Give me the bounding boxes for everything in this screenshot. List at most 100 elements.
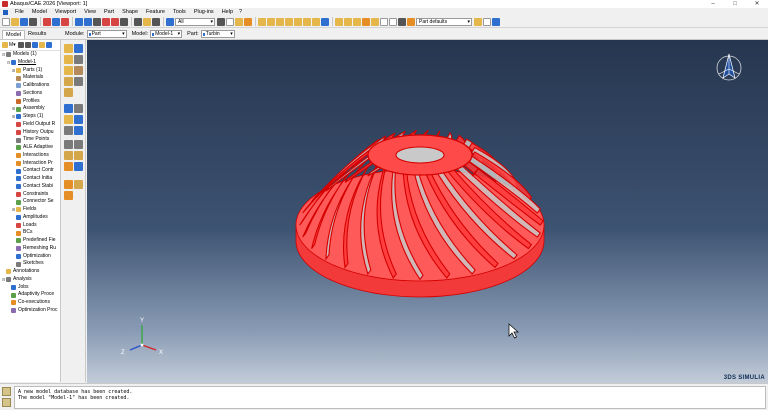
select-options-icon[interactable]	[226, 17, 234, 26]
tree-expand-icon[interactable]	[17, 42, 24, 48]
tree-bookmark-icon[interactable]	[38, 42, 45, 48]
datum-point-icon[interactable]	[64, 115, 73, 124]
tree-item[interactable]: ⊞ Steps (1)	[0, 113, 60, 121]
open-folder-icon[interactable]	[11, 17, 19, 26]
maximize-icon[interactable]: □	[724, 0, 746, 8]
print-icon[interactable]	[29, 17, 37, 26]
tree-item[interactable]: ALE Adaptive	[0, 144, 60, 152]
menu-feature[interactable]: Feature	[142, 9, 169, 15]
select-drag-icon[interactable]	[235, 17, 243, 26]
blend-icon[interactable]	[64, 77, 73, 86]
select-from-interior-icon[interactable]	[244, 17, 252, 26]
hide-icon[interactable]	[134, 17, 142, 26]
redo-icon[interactable]	[389, 17, 397, 26]
menu-model[interactable]: Model	[28, 9, 51, 15]
create-part-icon[interactable]	[64, 44, 73, 53]
tree-item[interactable]: Time Points	[0, 136, 60, 144]
shaded-edges-icon[interactable]	[362, 17, 370, 26]
rotate-icon[interactable]	[84, 17, 92, 26]
tree-item[interactable]: Connector Se	[0, 198, 60, 206]
menu-shape[interactable]: Shape	[118, 9, 142, 15]
tree-search-icon[interactable]	[45, 42, 52, 48]
tree-filter-select[interactable]: M▾	[9, 42, 16, 48]
close-icon[interactable]: ✕	[746, 0, 768, 8]
select-box-icon[interactable]	[217, 17, 225, 26]
tree-item[interactable]: Loads	[0, 222, 60, 230]
back-view-icon[interactable]	[276, 17, 284, 26]
color-code-icon[interactable]	[407, 17, 415, 26]
menu-help[interactable]: Help	[218, 9, 237, 15]
minimize-icon[interactable]: –	[702, 0, 724, 8]
tree-item[interactable]: Adaptivity Proce	[0, 291, 60, 299]
bottom-view-icon[interactable]	[294, 17, 302, 26]
part-select[interactable]: Turbin	[200, 30, 235, 38]
skin-icon[interactable]	[64, 191, 73, 200]
context-help-icon[interactable]: ?	[237, 9, 242, 15]
tree-item[interactable]: Optimization	[0, 253, 60, 261]
chamfer-icon[interactable]	[74, 77, 83, 86]
view-compass[interactable]	[716, 53, 742, 81]
tree-item[interactable]: ⊞ Assembly	[0, 105, 60, 113]
tab-results[interactable]: Results	[25, 30, 49, 39]
top-view-icon[interactable]	[285, 17, 293, 26]
attachment-icon[interactable]	[74, 180, 83, 189]
tree-item[interactable]: Co-executions	[0, 299, 60, 307]
tree-item[interactable]: History Outpu	[0, 129, 60, 137]
geometry-edit-icon[interactable]	[74, 140, 83, 149]
datum-axis-icon[interactable]	[74, 115, 83, 124]
tree-item[interactable]: ⊟ Model-1	[0, 59, 60, 67]
menu-plugins[interactable]: Plug-ins	[190, 9, 218, 15]
tree-item[interactable]: Jobs	[0, 284, 60, 292]
right-view-icon[interactable]	[312, 17, 320, 26]
perspective-icon[interactable]	[321, 17, 329, 26]
wire-icon[interactable]	[64, 66, 73, 75]
sketch-icon[interactable]	[64, 88, 73, 97]
python-console-tab-icon[interactable]	[2, 398, 11, 407]
tree-item[interactable]: Annotations	[0, 268, 60, 276]
toolbar-more-icon[interactable]	[492, 17, 500, 26]
cut-extrude-icon[interactable]	[74, 66, 83, 75]
tree-item[interactable]: Field Output R	[0, 121, 60, 129]
tree-item[interactable]: Remeshing Ru	[0, 245, 60, 253]
tree-collapse-icon[interactable]	[24, 42, 31, 48]
replace-icon[interactable]	[152, 17, 160, 26]
ref-point-icon[interactable]	[64, 180, 73, 189]
front-view-icon[interactable]	[267, 17, 275, 26]
model-select[interactable]: Model-1	[150, 30, 183, 38]
part-manager-icon[interactable]	[74, 44, 83, 53]
query-icon[interactable]	[61, 17, 69, 26]
message-tab-icon[interactable]	[2, 387, 11, 396]
tree-item[interactable]: Contact Initia	[0, 175, 60, 183]
tree-item[interactable]: Interactions	[0, 152, 60, 160]
tree-item[interactable]: Amplitudes	[0, 214, 60, 222]
color-scheme-icon[interactable]	[474, 17, 482, 26]
menu-viewport[interactable]: Viewport	[51, 9, 80, 15]
tree-item[interactable]: BCs	[0, 229, 60, 237]
tree-item[interactable]: Materials	[0, 74, 60, 82]
render-style-select[interactable]: Part defaults	[416, 17, 472, 26]
left-view-icon[interactable]	[303, 17, 311, 26]
cycle-views-icon[interactable]	[120, 17, 128, 26]
hidden-line-icon[interactable]	[344, 17, 352, 26]
tree-item[interactable]: Calibrations	[0, 82, 60, 90]
tree-item[interactable]: Contact Stabi	[0, 183, 60, 191]
datum-plane-icon[interactable]	[64, 126, 73, 135]
wireframe-icon[interactable]	[335, 17, 343, 26]
system-menu-icon[interactable]	[3, 9, 8, 15]
surface-manager-icon[interactable]	[74, 162, 83, 171]
tree-item[interactable]: ⊟ Models (1)	[0, 51, 60, 59]
virtual-topology-icon[interactable]	[64, 151, 73, 160]
pan-icon[interactable]	[75, 17, 83, 26]
tree-item[interactable]: Sections	[0, 90, 60, 98]
cut-icon[interactable]	[398, 17, 406, 26]
tree-item[interactable]: Interaction Pr	[0, 160, 60, 168]
tree-item[interactable]: Constraints	[0, 191, 60, 199]
tree-item[interactable]: ⊞ Fields	[0, 206, 60, 214]
tree-item[interactable]: Optimization Proc	[0, 307, 60, 315]
auto-fit-icon[interactable]	[111, 17, 119, 26]
zoom-box-icon[interactable]	[102, 17, 110, 26]
menu-view[interactable]: View	[80, 9, 100, 15]
module-select[interactable]: Part	[86, 30, 127, 38]
menu-file[interactable]: File	[11, 9, 28, 15]
solid-extrude-icon[interactable]	[64, 55, 73, 64]
